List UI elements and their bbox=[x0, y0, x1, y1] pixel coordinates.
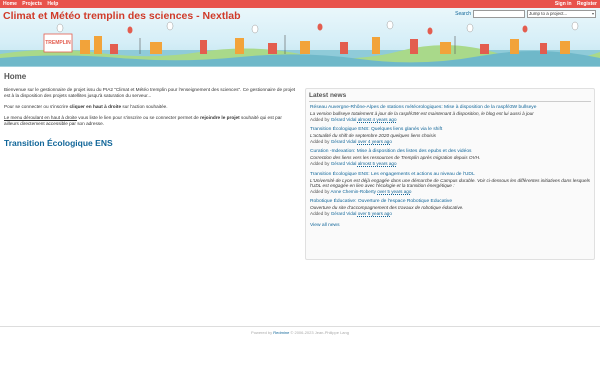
top-menu-right: Sign in Register bbox=[551, 1, 597, 7]
news-added-by: Added by bbox=[310, 188, 330, 194]
menu-help-link[interactable]: Help bbox=[47, 1, 58, 7]
news-added-by: Added by bbox=[310, 210, 330, 216]
news-item: Transition Écologique ENS: Les engagemen… bbox=[310, 172, 590, 195]
signin-emphasis: cliquer en haut à droite bbox=[69, 104, 122, 110]
welcome-paragraph: Bienvenue sur le gestionnaire de projet … bbox=[4, 87, 296, 99]
news-added-by: Added by bbox=[310, 116, 330, 122]
header: TREMPLIN Climat et Météo tremplin des sc… bbox=[0, 8, 600, 67]
site-title[interactable]: Climat et Météo tremplin des sciences - … bbox=[3, 10, 241, 22]
project-jump-label: Jump to a project... bbox=[529, 11, 568, 16]
menu-instructions-link[interactable]: Le menu déroulant en haut à droite bbox=[4, 115, 77, 120]
news-meta: Added by Gérard Vidal over 4 years ago bbox=[310, 139, 590, 145]
news-item: Robotique Éducative: Ouverture de l'espa… bbox=[310, 199, 590, 216]
news-divider bbox=[309, 101, 591, 102]
news-time-ago[interactable]: over 5 years ago bbox=[377, 189, 411, 194]
footer: Powered by Redmine © 2006-2023 Jean-Phil… bbox=[0, 326, 600, 335]
signin-text-before: Pour se connecter ou s'inscrire bbox=[4, 104, 70, 110]
register-link[interactable]: Register bbox=[577, 1, 597, 7]
news-author-link[interactable]: Gérard Vidal bbox=[331, 161, 357, 166]
news-author-link[interactable]: Gérard Vidal bbox=[331, 117, 357, 122]
view-all-news-link[interactable]: View all news bbox=[310, 223, 340, 228]
news-meta: Added by Gérard Vidal almost 5 years ago bbox=[310, 161, 590, 167]
news-author-link[interactable]: Gérard Vidal bbox=[331, 211, 357, 216]
top-menu-left: Home Projects Help bbox=[3, 1, 62, 7]
menu-instructions-mid: vous liste le lien pour s'inscrire ou se… bbox=[76, 115, 201, 121]
news-meta: Added by Anne Chemin-Roberty over 5 year… bbox=[310, 189, 590, 195]
news-added-by: Added by bbox=[310, 138, 330, 144]
news-meta: Added by Gérard Vidal almost 4 years ago bbox=[310, 117, 590, 123]
chevron-down-icon: ▾ bbox=[591, 11, 594, 16]
top-menu: Home Projects Help Sign in Register bbox=[0, 0, 600, 8]
news-added-by: Added by bbox=[310, 160, 330, 166]
news-item: Curation -Indexation: Mise à disposition… bbox=[310, 149, 590, 166]
news-time-ago[interactable]: over 4 years ago bbox=[358, 139, 392, 144]
footer-redmine-link[interactable]: Redmine bbox=[273, 330, 289, 335]
menu-instructions: Le menu déroulant en haut à droite vous … bbox=[4, 115, 296, 127]
search-input[interactable] bbox=[473, 10, 525, 18]
news-list: Réseau Auvergne-Rhône-Alpes de stations … bbox=[306, 105, 594, 217]
menu-projects-link[interactable]: Projects bbox=[22, 1, 42, 7]
signin-text-after: sur l'action souhaitée. bbox=[121, 104, 168, 110]
header-banner-illustration: TREMPLIN bbox=[0, 20, 600, 66]
quick-search: Search Jump to a project... ▾ bbox=[455, 10, 596, 18]
search-label[interactable]: Search bbox=[455, 11, 471, 17]
project-jump-select[interactable]: Jump to a project... ▾ bbox=[527, 10, 596, 18]
svg-text:TREMPLIN: TREMPLIN bbox=[45, 40, 71, 46]
signin-instructions: Pour se connecter ou s'inscrire cliquer … bbox=[4, 104, 296, 110]
news-meta: Added by Gérard Vidal over 5 years ago bbox=[310, 211, 590, 217]
news-time-ago[interactable]: almost 4 years ago bbox=[358, 117, 397, 122]
news-time-ago[interactable]: over 5 years ago bbox=[358, 211, 392, 216]
news-time-ago[interactable]: almost 5 years ago bbox=[358, 161, 397, 166]
latest-news-box: Latest news Réseau Auvergne-Rhône-Alpes … bbox=[305, 88, 595, 260]
page-title: Home bbox=[4, 72, 27, 81]
home-content: Home Bienvenue sur le gestionnaire de pr… bbox=[4, 72, 296, 148]
news-description: L'Université de Lyon est déjà engagée da… bbox=[310, 177, 590, 189]
section-title-transition[interactable]: Transition Écologique ENS bbox=[4, 138, 296, 148]
footer-powered-by: Powered by bbox=[251, 330, 273, 335]
news-author-link[interactable]: Anne Chemin-Roberty bbox=[330, 189, 375, 194]
menu-home-link[interactable]: Home bbox=[3, 1, 17, 7]
sign-in-link[interactable]: Sign in bbox=[555, 1, 572, 7]
news-item: Réseau Auvergne-Rhône-Alpes de stations … bbox=[310, 105, 590, 122]
news-author-link[interactable]: Gérard Vidal bbox=[331, 139, 357, 144]
join-project-emphasis: rejoindre le projet bbox=[200, 115, 240, 121]
footer-copyright: © 2006-2023 Jean-Philippe Lang bbox=[290, 330, 349, 335]
latest-news-heading: Latest news bbox=[309, 92, 347, 99]
news-item: Transition Écologique ENS: Quelques lien… bbox=[310, 127, 590, 144]
